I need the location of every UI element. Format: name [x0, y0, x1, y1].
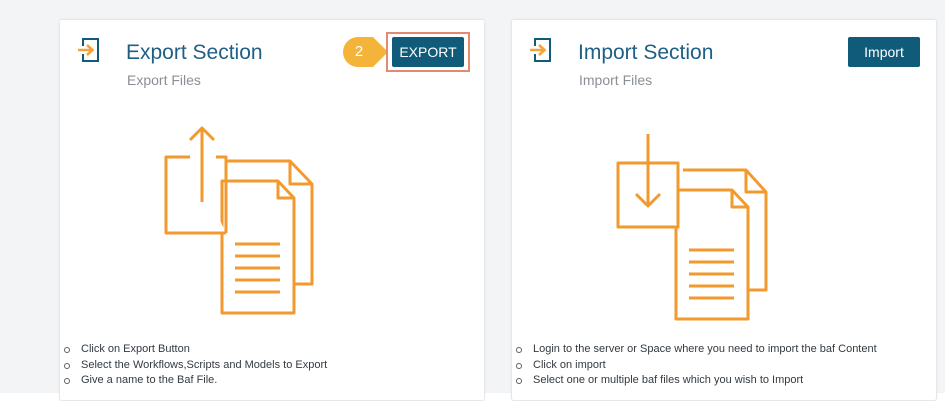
- bullet-icon: [516, 378, 522, 384]
- list-item: Login to the server or Space where you n…: [512, 342, 877, 358]
- list-item: Select one or multiple baf files which y…: [512, 373, 877, 389]
- export-button-highlight: EXPORT: [386, 32, 470, 72]
- export-section-subtitle: Export Files: [127, 72, 201, 88]
- import-section-subtitle: Import Files: [579, 72, 653, 88]
- download-documents-icon: [616, 134, 768, 321]
- export-section-title: Export Section: [126, 41, 263, 64]
- list-item: Select the Workflows,Scripts and Models …: [60, 358, 327, 374]
- bullet-icon: [64, 362, 70, 369]
- list-item: Click on Export Button: [60, 342, 327, 358]
- import-section-title: Import Section: [578, 41, 714, 64]
- bullet-icon: [64, 378, 70, 384]
- list-item: Give a name to the Baf File.: [60, 373, 327, 389]
- import-section-card: Import Section Import Files Import Login…: [511, 19, 937, 401]
- import-icon: [530, 38, 551, 62]
- export-section-card: Export Section Export Files 2 EXPORT Cli…: [59, 19, 485, 401]
- bullet-icon: [516, 362, 522, 369]
- import-steps-list: Login to the server or Space where you n…: [512, 342, 877, 389]
- export-button[interactable]: EXPORT: [392, 37, 464, 67]
- upload-documents-icon: [164, 126, 314, 315]
- step-number: 2: [354, 43, 364, 60]
- import-button[interactable]: Import: [848, 37, 920, 67]
- export-icon: [78, 38, 99, 62]
- list-item: Click on import: [512, 358, 877, 374]
- bullet-icon: [64, 347, 70, 353]
- bullet-icon: [516, 347, 522, 353]
- export-steps-list: Click on Export Button Select the Workfl…: [60, 342, 327, 389]
